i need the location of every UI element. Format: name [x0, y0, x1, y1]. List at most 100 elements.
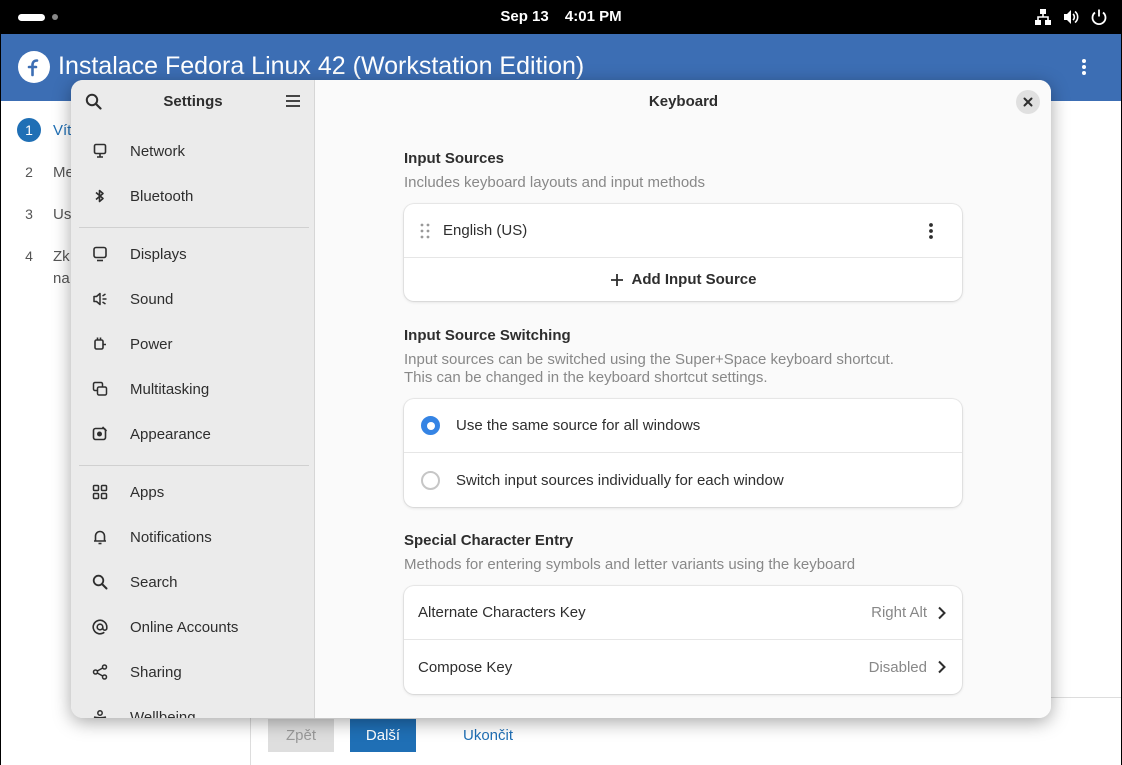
option-same-source-label: Use the same source for all windows [456, 417, 701, 434]
compose-key-label: Compose Key [418, 658, 513, 676]
quit-button[interactable]: Ukončit [451, 719, 525, 752]
sidebar-separator [79, 227, 309, 228]
sidebar-item-label: Online Accounts [130, 618, 239, 636]
system-tray[interactable] [1034, 8, 1108, 26]
sidebar-item-multitasking[interactable]: Multitasking [79, 369, 307, 409]
sidebar-item-label: Bluetooth [130, 187, 194, 205]
sidebar-separator [79, 465, 309, 466]
compose-key-value: Disabled [868, 658, 927, 676]
option-per-window-label: Switch input sources individually for ea… [456, 471, 784, 489]
wellbeing-icon [90, 708, 110, 718]
compose-key-row[interactable]: Compose Key Disabled [404, 640, 962, 694]
step-2[interactable]: 2 Me [17, 160, 74, 184]
sidebar-item-bluetooth[interactable]: Bluetooth [79, 176, 307, 216]
sidebar-item-sharing[interactable]: Sharing [79, 652, 307, 692]
sidebar-item-sound[interactable]: Sound [79, 279, 307, 319]
search-icon [90, 573, 110, 591]
special-desc: Methods for entering symbols and letter … [404, 556, 856, 573]
plus-icon [610, 273, 623, 286]
sidebar-title: Settings [163, 93, 223, 110]
bell-icon [90, 528, 110, 546]
step-4[interactable]: 4 Zk [17, 244, 70, 268]
appearance-icon [90, 425, 110, 443]
radio-same-source[interactable] [421, 416, 440, 435]
settings-window: Settings Network Bluetooth Displays Soun… [71, 80, 1051, 718]
display-icon [90, 245, 110, 263]
fedora-logo [18, 51, 50, 83]
sidebar-item-label: Apps [130, 483, 165, 501]
page-title: Keyboard [648, 93, 719, 110]
volume-icon [1064, 10, 1079, 24]
multitasking-icon [90, 380, 110, 398]
add-input-source-label: Add Input Source [631, 271, 757, 288]
sidebar-item-label: Appearance [130, 425, 211, 443]
switching-card: Use the same source for all windows Swit… [404, 399, 962, 507]
bluetooth-icon [90, 187, 110, 205]
back-button[interactable]: Zpět [268, 719, 334, 752]
sidebar-item-network[interactable]: Network [79, 131, 307, 171]
special-card: Alternate Characters Key Right Alt Compo… [404, 586, 962, 694]
switching-title: Input Source Switching [404, 327, 571, 344]
sidebar-header: Settings [71, 80, 315, 124]
sidebar-item-label: Displays [130, 245, 187, 263]
drag-handle-icon[interactable] [420, 223, 430, 239]
input-source-menu-icon[interactable] [928, 222, 934, 240]
hamburger-menu-icon[interactable] [285, 94, 301, 108]
alternate-characters-row[interactable]: Alternate Characters Key Right Alt [404, 586, 962, 639]
close-button[interactable] [1016, 90, 1040, 114]
keyboard-panel: Keyboard Input Sources Includes keyboard… [316, 80, 1051, 718]
sidebar-item-search[interactable]: Search [79, 562, 307, 602]
option-per-window[interactable]: Switch input sources individually for ea… [404, 453, 962, 507]
alternate-characters-label: Alternate Characters Key [418, 604, 586, 621]
sidebar-item-power[interactable]: Power [79, 324, 307, 364]
close-icon [1023, 97, 1033, 107]
switching-desc-line2: This can be changed in the keyboard shor… [404, 369, 768, 386]
sidebar-item-label: Network [130, 142, 186, 160]
installer-title: Instalace Fedora Linux 42 (Workstation E… [58, 52, 585, 80]
at-sign-icon [90, 618, 110, 636]
clock[interactable]: Sep 13 4:01 PM [0, 8, 1122, 25]
sidebar-item-online-accounts[interactable]: Online Accounts [79, 607, 307, 647]
sidebar-item-displays[interactable]: Displays [79, 234, 307, 274]
step-4-label-line2: na [53, 270, 70, 287]
radio-per-window[interactable] [421, 470, 440, 490]
switching-desc-line1: Input sources can be switched using the … [404, 351, 894, 368]
network-icon [90, 142, 110, 160]
step-3[interactable]: 3 Us [17, 202, 71, 226]
sidebar-item-appearance[interactable]: Appearance [79, 414, 307, 454]
sidebar-item-wellbeing[interactable]: Wellbeing [79, 697, 307, 718]
top-bar: Sep 13 4:01 PM [0, 0, 1122, 34]
sidebar-item-label: Wellbeing [130, 708, 196, 719]
sidebar-item-label: Sound [130, 290, 174, 308]
clock-date: Sep 13 [500, 8, 549, 25]
sidebar-item-label: Search [130, 573, 178, 591]
apps-grid-icon [90, 483, 110, 501]
speaker-icon [90, 290, 110, 308]
sidebar-item-label: Notifications [130, 528, 212, 546]
share-icon [90, 663, 110, 681]
more-options-icon[interactable] [1081, 58, 1087, 76]
power-icon [1091, 9, 1107, 26]
add-input-source-button[interactable]: Add Input Source [404, 258, 962, 301]
input-sources-desc: Includes keyboard layouts and input meth… [404, 174, 706, 191]
input-source-row[interactable]: English (US) [404, 204, 962, 257]
power-plug-icon [90, 335, 110, 353]
step-1[interactable]: 1 Vít [17, 118, 71, 142]
sidebar-item-label: Power [130, 335, 173, 353]
chevron-right-icon [937, 606, 946, 620]
input-sources-title: Input Sources [404, 150, 505, 167]
sidebar-item-notifications[interactable]: Notifications [79, 517, 307, 557]
sidebar-item-label: Sharing [130, 663, 182, 681]
clock-time: 4:01 PM [564, 8, 622, 25]
input-sources-card: English (US) Add Input Source [404, 204, 962, 301]
special-title: Special Character Entry [404, 532, 574, 549]
alternate-characters-value: Right Alt [871, 604, 927, 621]
sidebar-item-apps[interactable]: Apps [79, 472, 307, 512]
sidebar-item-label: Multitasking [130, 380, 210, 398]
option-same-source[interactable]: Use the same source for all windows [404, 399, 962, 452]
next-button[interactable]: Další [350, 719, 416, 752]
chevron-right-icon [937, 660, 946, 674]
network-wired-icon [1035, 9, 1051, 25]
settings-sidebar: Settings Network Bluetooth Displays Soun… [71, 80, 315, 718]
input-source-label: English (US) [443, 222, 528, 239]
